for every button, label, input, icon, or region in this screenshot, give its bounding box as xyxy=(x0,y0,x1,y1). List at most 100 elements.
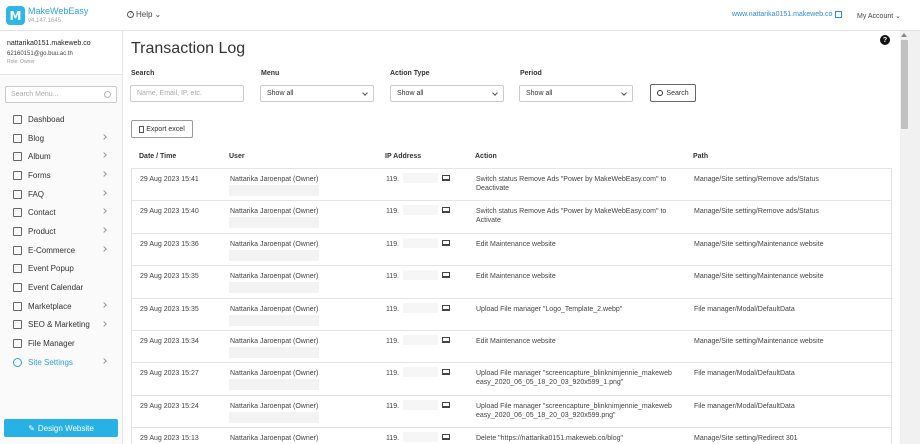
table-row[interactable]: 29 Aug 2023 15:13 Nattarika Jaroenpat (Ow… xyxy=(131,427,892,444)
forms-icon xyxy=(13,170,22,180)
cell-path: Manage/Site setting/Maintenance website xyxy=(694,273,824,281)
makewebeasy-logo-icon[interactable]: M xyxy=(6,6,25,25)
redacted-email xyxy=(229,379,319,391)
menu-search-placeholder: Search Menu... xyxy=(11,91,59,98)
sidebar-item-forms[interactable]: Forms xyxy=(0,166,123,185)
sidebar-item-label: Blog xyxy=(28,133,45,143)
sidebar-item-album[interactable]: Album xyxy=(0,147,123,166)
redacted-ip xyxy=(403,399,438,410)
redacted-email xyxy=(229,249,319,261)
sidebar-item-file-manager[interactable]: File Manager xyxy=(0,334,123,353)
cell-date: 29 Aug 2023 15:24 xyxy=(140,402,199,410)
redacted-ip xyxy=(403,367,438,378)
redacted-email xyxy=(229,217,319,229)
sidebar-item-product[interactable]: Product xyxy=(0,222,123,241)
menu-filter-select[interactable]: Show all xyxy=(260,85,374,102)
chevron-down-icon: ⌄ xyxy=(154,10,162,19)
action-type-label: Action Type xyxy=(390,70,430,77)
sidebar-item-label: Dashboad xyxy=(28,114,65,124)
search-input[interactable]: Name, Email, IP, etc. xyxy=(130,85,244,102)
cell-user: Nattarika Jaroenpat (Owner) xyxy=(230,305,319,313)
redacted-email xyxy=(229,346,319,358)
site-link[interactable]: www.nattarika0151.makeweb.co xyxy=(732,11,843,18)
document-icon xyxy=(139,125,145,133)
cell-action: Upload File manager "screencapture_blink… xyxy=(476,370,672,387)
search-button[interactable]: Search xyxy=(650,84,696,102)
sidebar-item-label: Event Popup xyxy=(28,264,74,274)
table-header: Date / Time User IP Address Action Path xyxy=(131,150,892,168)
menu-search-input[interactable]: Search Menu... xyxy=(5,86,117,103)
chevron-right-icon xyxy=(101,320,107,327)
folder-icon xyxy=(13,339,22,349)
sidebar-item-seo-marketing[interactable]: SEO & Marketing xyxy=(0,316,123,335)
user-role: Role: Owner xyxy=(7,59,35,65)
sidebar-item-event-calendar[interactable]: Event Calendar xyxy=(0,278,123,297)
user-email: 62160151@go.buu.ac.th xyxy=(7,51,73,57)
cell-action: Upload File manager "Logo_Template_2.web… xyxy=(476,305,623,313)
cell-user: Nattarika Jaroenpat (Owner) xyxy=(230,370,319,378)
table-row[interactable]: 29 Aug 2023 15:36 Nattarika Jaroenpat (Ow… xyxy=(131,232,892,266)
cell-date: 29 Aug 2023 15:41 xyxy=(140,176,199,183)
cell-path: File manager/Modal/DefaultData xyxy=(694,370,795,378)
sidebar-item-event-popup[interactable]: Event Popup xyxy=(0,260,123,279)
calendar-icon xyxy=(13,283,22,293)
sidebar-item-contact[interactable]: Contact xyxy=(0,203,123,222)
table-row[interactable]: 29 Aug 2023 15:35 Nattarika Jaroenpat (Ow… xyxy=(131,265,892,298)
chevron-right-icon xyxy=(101,208,107,215)
help-label: Help xyxy=(136,10,153,19)
brand-version: v4.147.1645 xyxy=(28,18,62,24)
cell-date: 29 Aug 2023 15:40 xyxy=(140,208,199,216)
sidebar-item-label: Contact xyxy=(28,208,56,218)
table-row[interactable]: 29 Aug 2023 15:34 Nattarika Jaroenpat (Ow… xyxy=(131,329,892,363)
logo-letter: M xyxy=(9,8,22,23)
redacted-email xyxy=(229,282,319,294)
chevron-down-icon: ⌄ xyxy=(895,13,902,20)
help-menu[interactable]: ? Help ⌄ xyxy=(127,10,161,19)
column-header-date: Date / Time xyxy=(139,153,177,160)
scroll-up-arrow-icon[interactable] xyxy=(901,33,907,37)
table-row[interactable]: 29 Aug 2023 15:27 Nattarika Jaroenpat (Ow… xyxy=(131,362,892,395)
table-row[interactable]: 29 Aug 2023 15:41 Nattarika Jaroenpat (Ow… xyxy=(131,168,892,201)
period-select[interactable]: Show all xyxy=(519,85,633,102)
faq-icon xyxy=(13,189,22,199)
ecommerce-icon xyxy=(13,245,22,255)
brand[interactable]: MakeWebEasy v4.147.1645 xyxy=(28,6,88,24)
column-header-action: Action xyxy=(475,153,497,160)
desktop-icon xyxy=(442,272,450,279)
scrollbar-thumb[interactable] xyxy=(901,40,908,129)
design-website-button[interactable]: ✎ Design Website xyxy=(4,419,118,437)
user-info: nattarika0151.makeweb.co 62160151@go.buu… xyxy=(0,31,122,75)
table-row[interactable]: 29 Aug 2023 15:24 Nattarika Jaroenpat (Ow… xyxy=(131,394,892,428)
top-bar: M MakeWebEasy v4.147.1645 ? Help ⌄ www.n… xyxy=(0,0,920,31)
page-title: Transaction Log xyxy=(131,40,246,57)
my-account-menu[interactable]: My Account ⌄ xyxy=(857,12,901,20)
sidebar-item-e-commerce[interactable]: E-Commerce xyxy=(0,241,123,260)
desktop-icon xyxy=(442,207,450,214)
sidebar-item-site-settings[interactable]: Site Settings xyxy=(0,353,123,372)
cell-action: Edit Maintenance website xyxy=(476,337,556,345)
sidebar-item-dashboad[interactable]: Dashboad xyxy=(0,110,123,129)
cart-icon xyxy=(13,226,22,236)
user-name: nattarika0151.makeweb.co xyxy=(7,40,91,47)
help-circle-icon[interactable]: ? xyxy=(880,35,890,45)
sidebar-item-label: Marketplace xyxy=(28,301,72,311)
table-row[interactable]: 29 Aug 2023 15:40 Nattarika Jaroenpat (Ow… xyxy=(131,200,892,233)
external-link-icon xyxy=(835,11,843,18)
desktop-icon xyxy=(442,239,450,246)
chevron-right-icon xyxy=(101,245,107,252)
sidebar-item-blog[interactable]: Blog xyxy=(0,129,123,148)
sidebar-item-label: FAQ xyxy=(28,189,45,199)
cell-user: Nattarika Jaroenpat (Owner) xyxy=(230,176,319,183)
chevron-right-icon xyxy=(101,358,107,364)
sidebar-item-marketplace[interactable]: Marketplace xyxy=(0,297,123,316)
export-excel-button[interactable]: Export excel xyxy=(131,120,193,138)
action-type-select[interactable]: Show all xyxy=(390,85,504,102)
cell-user: Nattarika Jaroenpat (Owner) xyxy=(230,273,319,281)
column-header-path: Path xyxy=(693,153,709,160)
sidebar-item-faq[interactable]: FAQ xyxy=(0,185,123,204)
sidebar-menu: Dashboad Blog Album Forms FAQ Contact Product E… xyxy=(0,110,123,372)
redacted-email xyxy=(229,314,319,326)
search-icon xyxy=(104,91,111,98)
cell-action: Delete "https://nattarika0151.makeweb.co… xyxy=(476,435,623,443)
table-row[interactable]: 29 Aug 2023 15:35 Nattarika Jaroenpat (Ow… xyxy=(131,297,892,330)
